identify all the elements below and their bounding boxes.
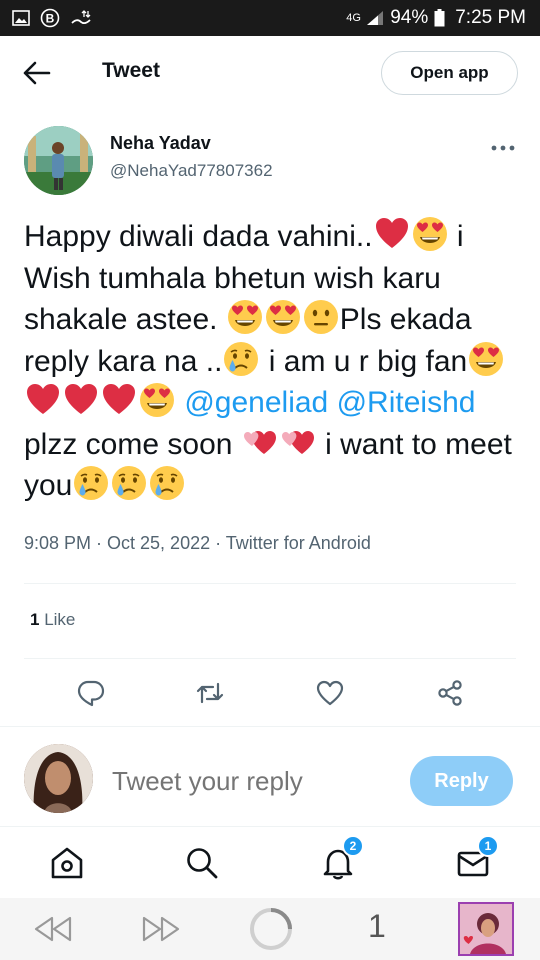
rewind-back-icon[interactable] — [32, 914, 74, 949]
signal-icon — [366, 10, 384, 26]
user-avatar[interactable] — [24, 744, 93, 813]
search-icon[interactable] — [184, 845, 220, 881]
share-icon[interactable] — [435, 678, 465, 708]
author-avatar[interactable] — [24, 126, 93, 195]
divider — [24, 583, 516, 584]
status-left-icons: B — [12, 8, 92, 28]
author-handle[interactable]: @NehaYad77807362 — [110, 161, 273, 181]
like-heart-icon[interactable] — [315, 678, 345, 708]
notifications-bell-icon[interactable]: 2 — [320, 835, 364, 881]
red-heart-icon — [374, 216, 410, 252]
home-icon[interactable] — [49, 845, 85, 881]
tweet-text-segment: plzz come soon — [24, 427, 241, 461]
page-header: Tweet Open app — [0, 36, 540, 110]
divider — [0, 726, 540, 727]
heart-eyes-emoji-icon — [139, 382, 175, 418]
tweet-timestamp[interactable]: 9:08 PM · Oct 25, 2022 · Twitter for And… — [24, 533, 371, 554]
red-heart-icon — [63, 382, 99, 418]
reply-button[interactable]: Reply — [410, 756, 513, 806]
crying-face-emoji-icon — [111, 465, 147, 501]
reply-icon[interactable] — [76, 678, 106, 708]
more-options-icon[interactable] — [490, 140, 516, 151]
author-name[interactable]: Neha Yadav — [110, 133, 211, 154]
status-right-icons: 4G 94% 7:25 PM — [346, 7, 526, 29]
browser-toolbar: 1 — [0, 898, 540, 960]
crying-face-emoji-icon — [223, 341, 259, 377]
neutral-face-emoji-icon — [303, 299, 339, 335]
network-type: 4G — [346, 12, 361, 24]
red-heart-icon — [25, 382, 61, 418]
crying-face-emoji-icon — [73, 465, 109, 501]
crying-face-emoji-icon — [149, 465, 185, 501]
status-bar: B 4G 94% 7:25 PM — [0, 0, 540, 36]
retweet-icon[interactable] — [195, 678, 225, 708]
red-heart-icon — [101, 382, 137, 418]
svg-text:B: B — [46, 12, 55, 26]
data-transfer-notification-icon — [70, 9, 92, 27]
page-title: Tweet — [102, 59, 160, 82]
notifications-badge: 2 — [342, 835, 364, 857]
heart-eyes-emoji-icon — [468, 341, 504, 377]
tweet-actions — [0, 678, 540, 710]
open-app-button[interactable]: Open app — [381, 51, 518, 95]
back-arrow-icon[interactable] — [22, 60, 52, 86]
tweet-text-segment: i am u r big fan — [260, 344, 468, 378]
loading-spinner-icon[interactable] — [248, 906, 294, 957]
fast-forward-icon[interactable] — [140, 914, 182, 949]
two-hearts-emoji-icon — [280, 424, 316, 460]
tweet-text-segment — [328, 386, 336, 419]
clock: 7:25 PM — [455, 7, 526, 28]
reply-input[interactable] — [112, 766, 392, 797]
tweet-text: Happy diwali dada vahini.. i Wish tumhal… — [24, 216, 520, 507]
battery-icon — [434, 9, 445, 27]
b-circle-notification-icon: B — [40, 8, 60, 28]
two-hearts-emoji-icon — [242, 424, 278, 460]
tweet-text-segment: Happy diwali dada vahini.. — [24, 220, 373, 253]
mention-link[interactable]: @geneliad — [184, 386, 328, 419]
heart-eyes-emoji-icon — [227, 299, 263, 335]
battery-percent: 94% — [390, 7, 429, 28]
messages-envelope-icon[interactable]: 1 — [455, 835, 499, 881]
gallery-notification-icon — [12, 10, 30, 26]
bottom-navigation: 2 1 — [0, 826, 540, 898]
like-count-label: Like — [39, 610, 76, 629]
messages-badge: 1 — [477, 835, 499, 857]
tab-count[interactable]: 1 — [368, 908, 386, 945]
heart-eyes-emoji-icon — [412, 216, 448, 252]
like-count[interactable]: 1 Like — [30, 610, 75, 630]
divider — [24, 658, 516, 659]
profile-thumbnail[interactable] — [458, 902, 514, 956]
mention-link[interactable]: @Riteishd — [337, 386, 476, 419]
heart-eyes-emoji-icon — [265, 299, 301, 335]
